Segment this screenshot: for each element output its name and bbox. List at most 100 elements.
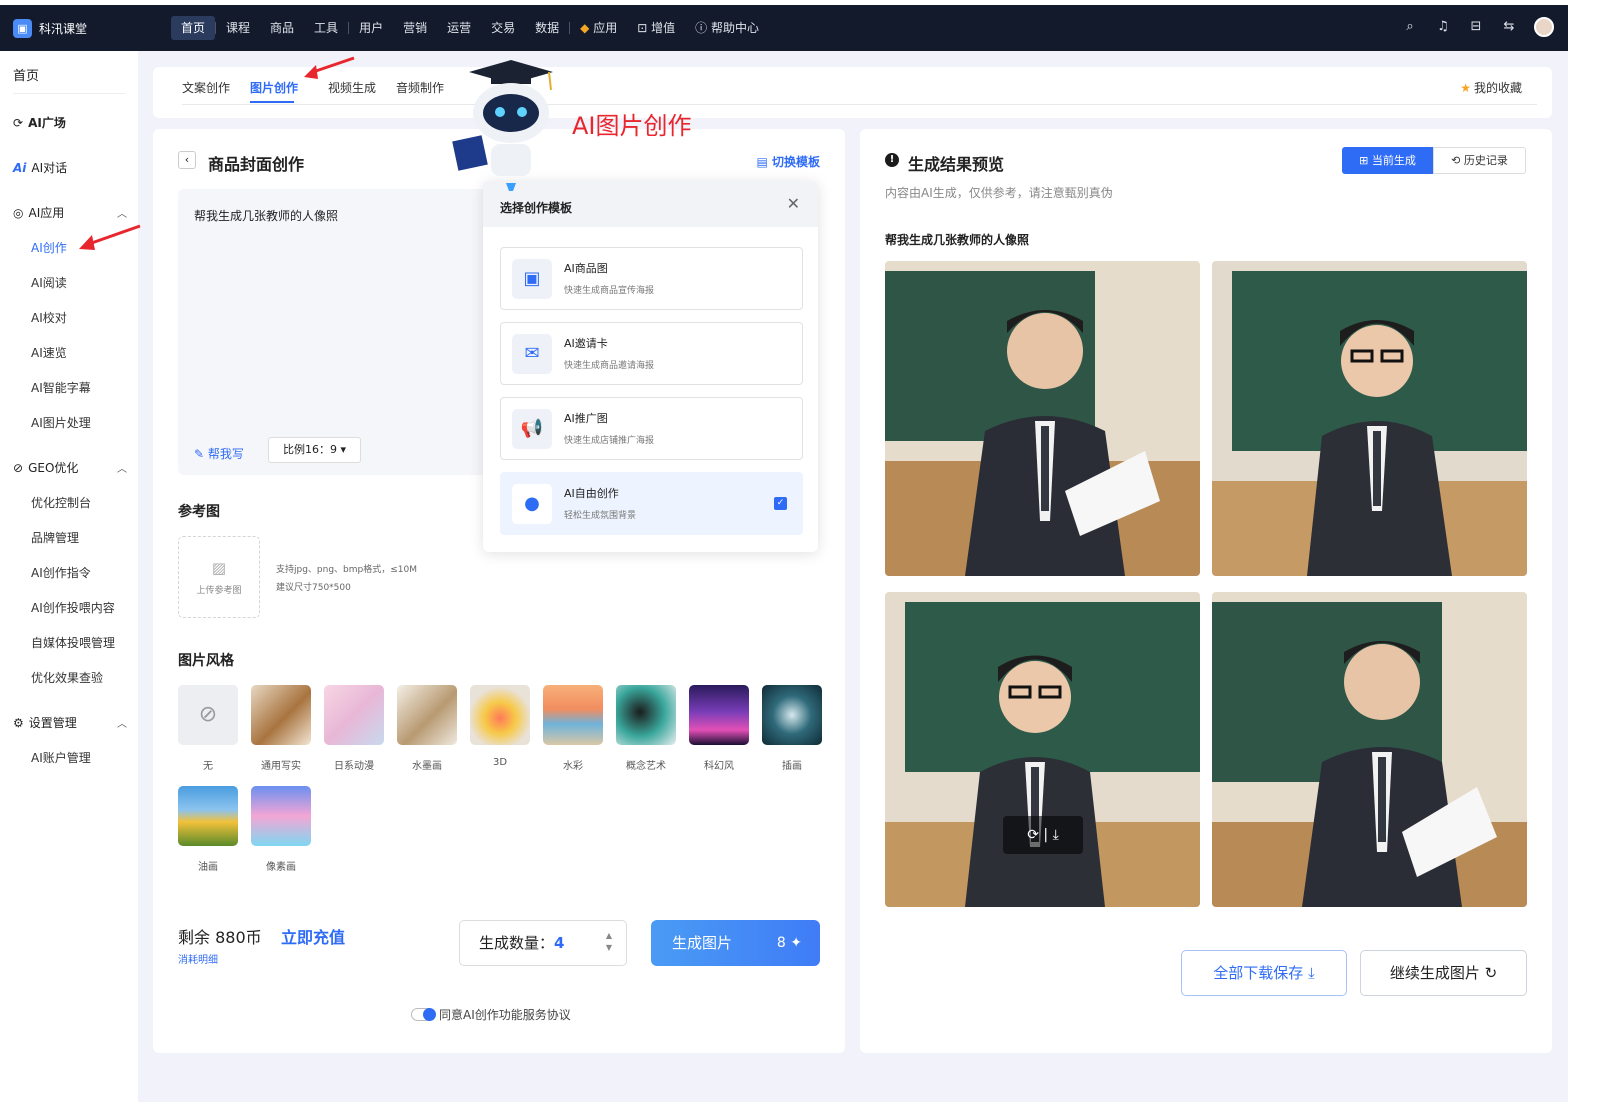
nav-course[interactable]: 课程 — [216, 16, 260, 40]
download-all-button[interactable]: 全部下载保存 ⤓ — [1181, 950, 1347, 996]
result-view-toggle: ⊞ 当前生成 ⟲ 历史记录 — [1342, 147, 1526, 174]
style-3d[interactable]: 3D — [470, 685, 530, 768]
nav-value-added[interactable]: ⊡ 增值 — [627, 16, 685, 40]
upload-reference[interactable]: ▨ 上传参考图 — [178, 536, 260, 618]
app-logo[interactable]: ▣ 科汛课堂 — [13, 19, 87, 38]
sidebar-group-ai-app[interactable]: ◎ AI应用 ︿ — [13, 204, 127, 221]
nav-home[interactable]: 首页 — [171, 16, 216, 40]
nav-marketing[interactable]: 营销 — [393, 16, 437, 40]
current-generation-button[interactable]: ⊞ 当前生成 — [1342, 147, 1433, 174]
apps-icon: ◆ — [580, 21, 590, 35]
template-desc: 快速生成商品邀请海报 — [564, 361, 655, 371]
template-option[interactable]: ▣ AI商品图 快速生成商品宣传海报 — [500, 247, 803, 310]
generate-button[interactable]: 生成图片 8 ✦ — [651, 920, 820, 966]
history-icon: ⟲ — [1451, 154, 1461, 167]
tab-image-create[interactable]: 图片创作 — [250, 79, 298, 96]
nav-goods[interactable]: 商品 — [260, 16, 304, 40]
style-anime[interactable]: 日系动漫 — [324, 685, 384, 772]
result-image[interactable] — [1212, 592, 1527, 907]
favorites-link[interactable]: ★ 我的收藏 — [1460, 79, 1522, 96]
sidebar-home[interactable]: 首页 — [13, 65, 39, 84]
history-button[interactable]: ⟲ 历史记录 — [1433, 147, 1526, 174]
switch-icon[interactable]: ⇆ — [1501, 19, 1517, 35]
tab-copywriting[interactable]: 文案创作 — [182, 79, 230, 96]
caret-down-icon: ▾ — [340, 443, 347, 456]
quantity-stepper[interactable]: 生成数量：4 ▲ ▼ — [459, 920, 627, 966]
chevron-up-icon: ︿ — [117, 719, 127, 730]
chevron-up-icon: ︿ — [117, 209, 127, 220]
sidebar-item-ai-square[interactable]: ⟳ AI广场 — [13, 114, 127, 131]
result-image[interactable] — [885, 261, 1200, 576]
help-write-button[interactable]: ✎ 帮我写 — [194, 445, 244, 462]
sidebar-item-geo-console[interactable]: 优化控制台 — [31, 494, 91, 511]
style-oil[interactable]: 油画 — [178, 786, 238, 873]
consumption-detail-link[interactable]: 消耗明细 — [178, 951, 218, 966]
checkbox-checked-icon[interactable]: ✓ — [774, 497, 787, 510]
recharge-link[interactable]: 立即充值 — [281, 924, 345, 948]
style-realistic[interactable]: 通用写实 — [251, 685, 311, 772]
nav-users[interactable]: 用户 — [349, 16, 393, 40]
toggle-switch[interactable] — [411, 1008, 436, 1021]
switch-template-button[interactable]: ▤ 切换模板 — [756, 153, 820, 170]
style-label: 油画 — [198, 862, 218, 873]
sidebar-item-ai-account[interactable]: AI账户管理 — [31, 749, 91, 766]
teacher-portrait — [1212, 261, 1527, 576]
sidebar-item-ai-feed[interactable]: AI创作投喂内容 — [31, 599, 115, 616]
download-icon[interactable]: ⤓ — [1053, 827, 1059, 843]
sidebar-item-ai-proofread[interactable]: AI校对 — [31, 309, 67, 326]
result-image[interactable]: ⟳ | ⤓ — [885, 592, 1200, 907]
nav-help[interactable]: ⓘ 帮助中心 — [685, 16, 769, 40]
sidebar-item-effect-check[interactable]: 优化效果查验 — [31, 669, 103, 686]
bell-icon[interactable]: ♫ — [1435, 19, 1451, 35]
switch-template-label: 切换模板 — [771, 155, 820, 169]
prompt-input[interactable]: 帮我生成几张教师的人像照 ✎ 帮我写 比例16：9 ▾ — [178, 189, 498, 475]
style-illustration[interactable]: 插画 — [762, 685, 822, 772]
template-option-selected[interactable]: ● AI自由创作 轻松生成氛围背景 ✓ — [500, 472, 803, 535]
search-icon[interactable]: ⌕ — [1402, 19, 1418, 35]
style-ink[interactable]: 水墨画 — [397, 685, 457, 772]
user-avatar[interactable] — [1534, 17, 1554, 37]
continue-generate-button[interactable]: 继续生成图片 ↻ — [1360, 950, 1527, 996]
refresh-icon[interactable]: ⟳ — [1027, 827, 1039, 843]
sidebar-item-media-feed[interactable]: 自媒体投喂管理 — [31, 634, 115, 651]
refresh-icon: ↻ — [1484, 964, 1498, 982]
template-option[interactable]: ✉ AI邀请卡 快速生成商品邀请海报 — [500, 322, 803, 385]
style-thumb — [251, 685, 311, 745]
style-label: 3D — [492, 757, 508, 768]
nav-data[interactable]: 数据 — [525, 16, 569, 40]
style-concept[interactable]: 概念艺术 — [616, 685, 676, 772]
style-none[interactable]: ⊘ 无 — [178, 685, 238, 772]
template-option[interactable]: 📢 AI推广图 快速生成店铺推广海报 — [500, 397, 803, 460]
style-watercolor[interactable]: 水彩 — [543, 685, 603, 772]
alert-icon: ! — [885, 153, 899, 167]
sidebar-item-ai-skim[interactable]: AI速览 — [31, 344, 67, 361]
sidebar-group-geo[interactable]: ⊘ GEO优化 ︿ — [13, 459, 127, 476]
tab-video[interactable]: 视频生成 — [328, 79, 376, 96]
nav-operation[interactable]: 运营 — [437, 16, 481, 40]
sidebar-item-brand[interactable]: 品牌管理 — [31, 529, 79, 546]
style-pixel[interactable]: 像素画 — [251, 786, 311, 873]
sidebar-item-ai-image[interactable]: AI图片处理 — [31, 414, 91, 431]
sidebar-item-ai-subtitle[interactable]: AI智能字幕 — [31, 379, 91, 396]
nav-trade[interactable]: 交易 — [481, 16, 525, 40]
close-icon[interactable]: ✕ — [787, 194, 800, 213]
nav-tools[interactable]: 工具 — [304, 16, 348, 40]
quantity-value: 4 — [554, 934, 565, 952]
nav-apps[interactable]: ◆ 应用 — [570, 16, 627, 40]
sidebar-group-settings[interactable]: ⚙ 设置管理 ︿ — [13, 714, 127, 731]
agreement-toggle[interactable]: 同意AI创作功能服务协议 — [411, 1006, 571, 1023]
sidebar-item-label: AI广场 — [28, 116, 66, 130]
upload-format-tip: 支持jpg、png、bmp格式，≤10M — [276, 565, 418, 575]
sidebar-item-ai-read[interactable]: AI阅读 — [31, 274, 67, 291]
style-scifi[interactable]: 科幻风 — [689, 685, 749, 772]
sidebar-item-ai-create[interactable]: AI创作 — [31, 239, 67, 256]
back-icon[interactable]: ‹ — [178, 151, 196, 169]
sidebar-item-ai-instruction[interactable]: AI创作指令 — [31, 564, 91, 581]
layout-icon[interactable]: ⊟ — [1468, 19, 1484, 35]
ratio-select[interactable]: 比例16：9 ▾ — [268, 437, 361, 463]
result-image[interactable] — [1212, 261, 1527, 576]
tab-audio[interactable]: 音频制作 — [396, 79, 444, 96]
sidebar-item-ai-chat[interactable]: Ai AI对话 — [13, 159, 127, 176]
stepper-arrows-icon[interactable]: ▲ ▼ — [606, 930, 612, 954]
sidebar: 首页 ⟳ AI广场 Ai AI对话 ◎ AI应用 ︿ AI创作 AI阅读 AI校对 AI… — [0, 51, 138, 1102]
